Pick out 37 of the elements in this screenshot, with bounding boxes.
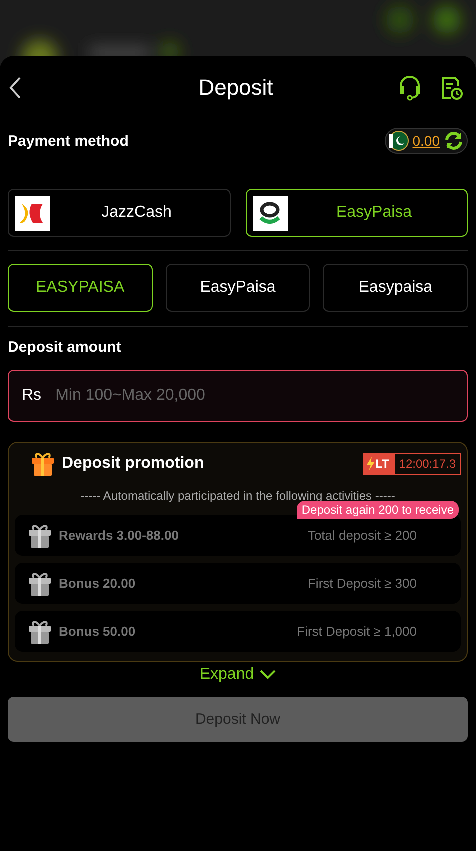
headset-icon[interactable]	[398, 75, 422, 101]
gift-icon	[27, 570, 53, 596]
logo-icon	[15, 196, 50, 230]
channel-option[interactable]: EASYPAISA	[8, 264, 153, 312]
reward-name: Bonus 20.00	[59, 576, 136, 591]
reward-condition: Total deposit ≥ 200	[308, 528, 417, 543]
flag-icon	[388, 131, 409, 151]
amount-field[interactable]: Rs Min 100~Max 20,000	[8, 370, 468, 422]
expand-button[interactable]: Expand	[194, 665, 282, 685]
payment-method-option[interactable]: EasyPaisa	[246, 189, 468, 237]
timer-text: 12:00:17.3	[398, 457, 457, 471]
promotion-title: Deposit promotion	[62, 455, 204, 473]
channel-option[interactable]: EasyPaisa	[166, 264, 310, 312]
payment-method-option[interactable]: JazzCash	[8, 189, 230, 237]
page-title: Deposit	[198, 75, 274, 101]
history-icon[interactable]	[440, 75, 464, 101]
refresh-icon[interactable]	[444, 131, 464, 151]
gift-icon	[27, 618, 53, 644]
currency-label: Rs	[22, 387, 42, 405]
reward-name: Rewards 3.00-88.00	[59, 528, 179, 543]
chevron-down-icon	[260, 670, 276, 680]
balance-amount: 0.00	[412, 133, 440, 149]
limited-time-label: LT	[376, 457, 390, 471]
tip-label: Deposit again 200 to receive	[296, 501, 459, 519]
gift-icon	[27, 522, 53, 548]
channel-option[interactable]: Easypaisa	[323, 264, 468, 312]
section-label: Payment method	[8, 132, 129, 150]
lightning-icon	[366, 457, 376, 471]
reward-name: Bonus 50.00	[59, 624, 136, 639]
promotion-subtitle: ----- Automatically participated in the following activities -----	[80, 489, 396, 503]
amount-input[interactable]: Min 100~Max 20,000	[54, 386, 454, 406]
gift-icon	[30, 451, 56, 477]
logo-icon	[252, 196, 288, 230]
reward-condition: First Deposit ≥ 1,000	[297, 624, 417, 639]
back-button[interactable]	[8, 76, 22, 100]
section-label: Deposit amount	[8, 339, 122, 356]
reward-condition: First Deposit ≥ 300	[308, 576, 417, 591]
